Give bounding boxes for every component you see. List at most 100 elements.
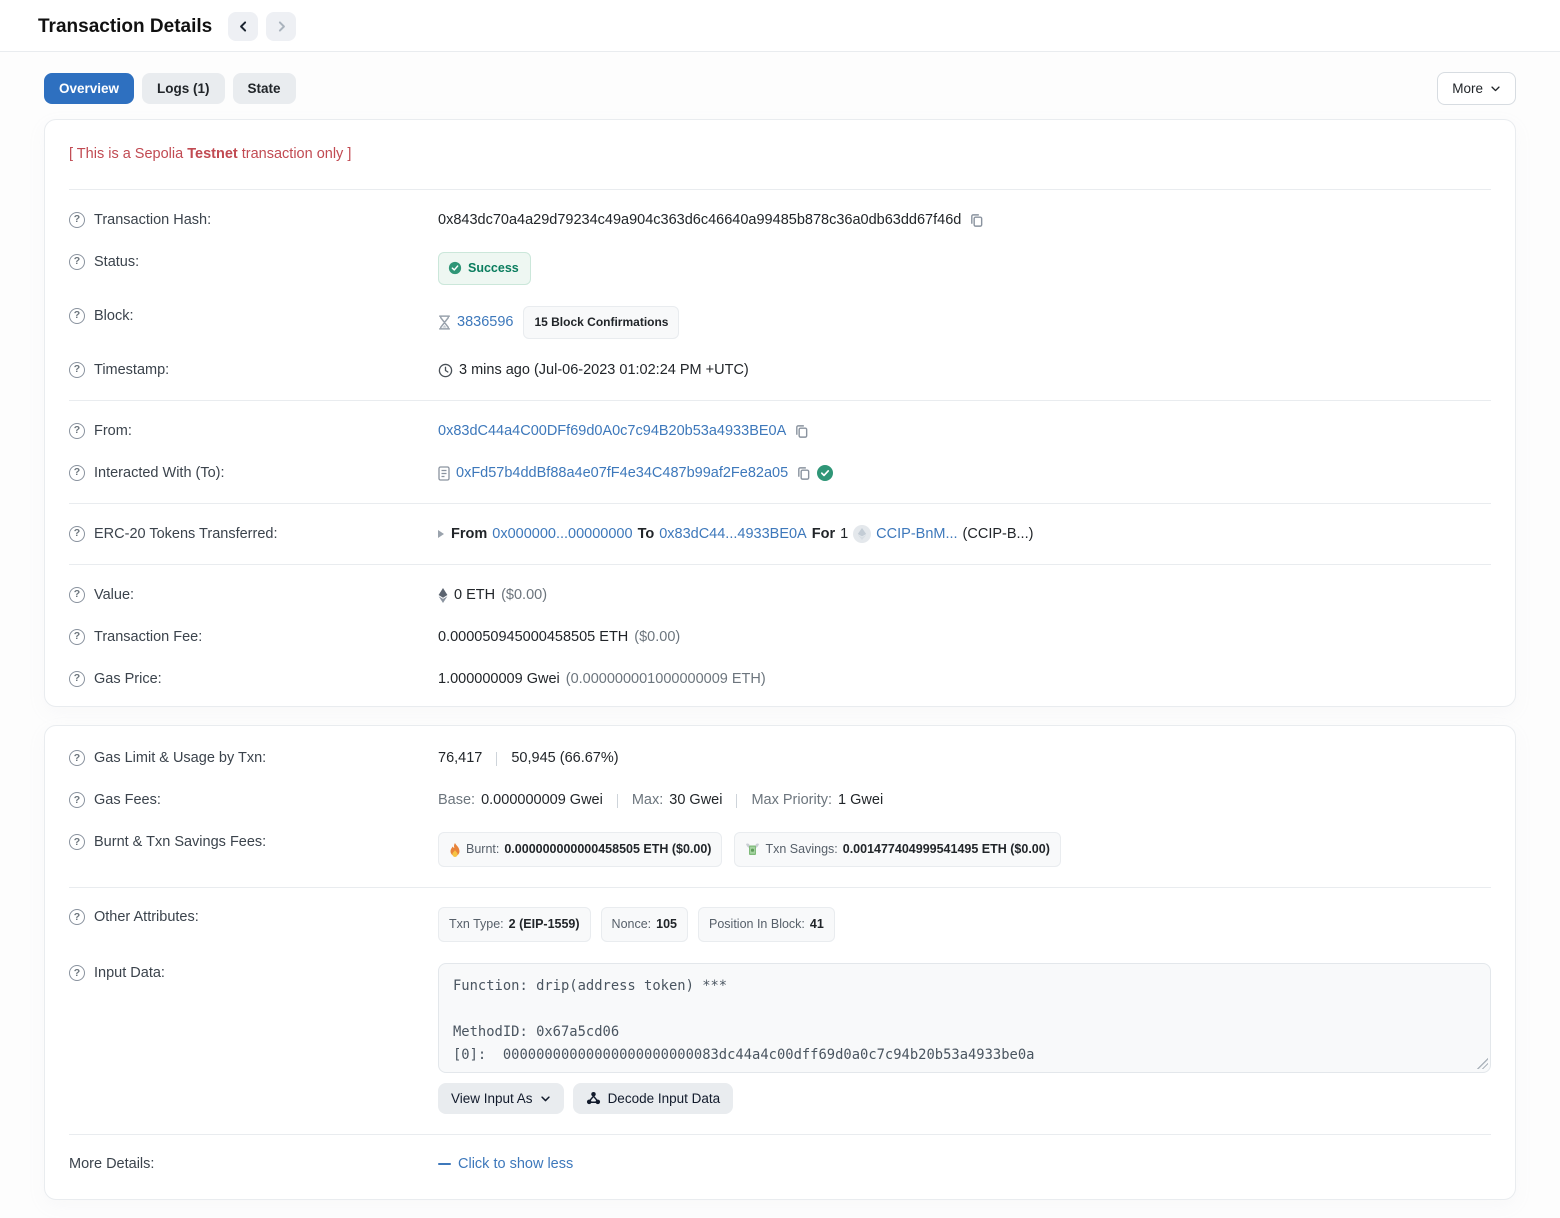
divider: [69, 503, 1491, 504]
row-label-text: Interacted With (To):: [94, 463, 225, 484]
row-label-text: Status:: [94, 252, 139, 273]
burnt-fee-label: Burnt:: [466, 839, 499, 860]
nonce-badge: Nonce: 105: [601, 907, 688, 942]
row-transaction-fee: Transaction Fee: 0.000050945000458505 ET…: [69, 616, 1491, 658]
next-transaction-button[interactable]: [266, 12, 296, 41]
row-label-text: Gas Fees:: [94, 790, 161, 811]
help-icon[interactable]: [69, 526, 85, 542]
row-label-text: Timestamp:: [94, 360, 169, 381]
vertical-divider: [496, 752, 497, 766]
erc20-token-alt: (CCIP-B...): [963, 524, 1034, 545]
help-icon[interactable]: [69, 212, 85, 228]
help-icon[interactable]: [69, 308, 85, 324]
status-badge: Success: [438, 252, 531, 285]
copy-from-button[interactable]: [794, 424, 809, 439]
tab-logs[interactable]: Logs (1): [142, 73, 225, 104]
chevron-down-icon: [1490, 83, 1501, 94]
gas-fees-max-value: 30 Gwei: [669, 790, 722, 811]
resize-handle-icon[interactable]: [1477, 1058, 1488, 1069]
status-badge-label: Success: [468, 258, 519, 279]
copy-icon: [796, 466, 811, 481]
to-address-link[interactable]: 0xFd57b4ddBf88a4e07fF4e34C487b99af2Fe82a…: [456, 463, 788, 484]
copy-icon: [969, 213, 984, 228]
overview-card: [ This is a Sepolia Testnet transaction …: [44, 119, 1516, 707]
block-number-link[interactable]: 3836596: [457, 312, 513, 333]
row-erc20-transfers: ERC-20 Tokens Transferred: From 0x000000…: [69, 513, 1491, 555]
chevron-left-icon: [237, 20, 250, 33]
divider: [69, 887, 1491, 888]
txn-type-value: 2 (EIP-1559): [509, 914, 580, 935]
position-in-block-label: Position In Block:: [709, 914, 805, 935]
copy-icon: [794, 424, 809, 439]
transaction-hash-value: 0x843dc70a4a29d79234c49a904c363d6c46640a…: [438, 210, 961, 231]
prev-transaction-button[interactable]: [228, 12, 258, 41]
copy-hash-button[interactable]: [969, 213, 984, 228]
row-label-text: More Details:: [69, 1154, 154, 1175]
view-input-as-button[interactable]: View Input As: [438, 1083, 564, 1114]
divider: [69, 400, 1491, 401]
row-interacted-with: Interacted With (To): 0xFd57b4ddBf88a4e0…: [69, 452, 1491, 494]
help-icon[interactable]: [69, 965, 85, 981]
burnt-fee-value: 0.000000000000458505 ETH ($0.00): [504, 839, 711, 860]
nonce-label: Nonce:: [612, 914, 652, 935]
erc20-amount: 1: [840, 524, 848, 545]
row-timestamp: Timestamp: 3 mins ago (Jul-06-2023 01:02…: [69, 349, 1491, 391]
divider: [69, 1134, 1491, 1135]
help-icon[interactable]: [69, 834, 85, 850]
show-less-link-label: Click to show less: [458, 1156, 573, 1172]
testnet-banner-prefix: [ This is a Sepolia: [69, 146, 187, 162]
timestamp-value: 3 mins ago (Jul-06-2023 01:02:24 PM +UTC…: [459, 360, 749, 381]
gas-usage-value: 50,945 (66.67%): [511, 748, 618, 769]
tab-bar: Overview Logs (1) State: [44, 73, 296, 104]
help-icon[interactable]: [69, 671, 85, 687]
more-button[interactable]: More: [1437, 72, 1516, 105]
nonce-value: 105: [656, 914, 677, 935]
position-in-block-value: 41: [810, 914, 824, 935]
money-wings-icon: [745, 843, 760, 856]
erc20-to-word: To: [638, 524, 655, 545]
check-circle-icon: [448, 261, 462, 275]
input-data-textarea[interactable]: Function: drip(address token) *** Method…: [438, 963, 1491, 1073]
row-label-text: From:: [94, 421, 132, 442]
gas-price-eth: (0.000000001000000009 ETH): [566, 669, 766, 690]
row-other-attributes: Other Attributes: Txn Type: 2 (EIP-1559)…: [69, 897, 1491, 953]
divider: [69, 564, 1491, 565]
decode-icon: [586, 1091, 601, 1106]
row-gas-limit: Gas Limit & Usage by Txn: 76,417 50,945 …: [69, 732, 1491, 780]
burnt-fee-badge: Burnt: 0.000000000000458505 ETH ($0.00): [438, 832, 722, 867]
help-icon[interactable]: [69, 909, 85, 925]
row-label-text: Burnt & Txn Savings Fees:: [94, 832, 266, 853]
flame-icon: [449, 843, 461, 857]
copy-to-button[interactable]: [796, 466, 811, 481]
show-less-link[interactable]: Click to show less: [438, 1154, 573, 1175]
row-label-text: Input Data:: [94, 963, 165, 984]
help-icon[interactable]: [69, 792, 85, 808]
help-icon[interactable]: [69, 629, 85, 645]
eth-diamond-icon: [438, 588, 448, 603]
help-icon[interactable]: [69, 423, 85, 439]
row-label-text: Gas Limit & Usage by Txn:: [94, 748, 266, 769]
tab-state[interactable]: State: [233, 73, 296, 104]
erc20-from-word: From: [451, 524, 487, 545]
erc20-token-link[interactable]: CCIP-BnM...: [876, 524, 957, 545]
help-icon[interactable]: [69, 254, 85, 270]
view-input-as-label: View Input As: [451, 1091, 533, 1106]
txn-savings-badge: Txn Savings: 0.001477404999541495 ETH ($…: [734, 832, 1060, 867]
row-label-text: Transaction Hash:: [94, 210, 211, 231]
erc20-from-address-link[interactable]: 0x000000...00000000: [492, 524, 632, 545]
help-icon[interactable]: [69, 750, 85, 766]
testnet-banner-suffix: transaction only ]: [238, 146, 352, 162]
help-icon[interactable]: [69, 587, 85, 603]
from-address-link[interactable]: 0x83dC44a4C00DFf69d0A0c7c94B20b53a4933BE…: [438, 421, 786, 442]
tab-overview[interactable]: Overview: [44, 73, 134, 104]
position-in-block-badge: Position In Block: 41: [698, 907, 835, 942]
decode-input-data-button[interactable]: Decode Input Data: [573, 1083, 734, 1114]
gas-fees-max-label: Max:: [632, 790, 663, 811]
page-title: Transaction Details: [38, 16, 212, 38]
help-icon[interactable]: [69, 465, 85, 481]
row-from: From: 0x83dC44a4C00DFf69d0A0c7c94B20b53a…: [69, 410, 1491, 452]
more-button-label: More: [1452, 81, 1483, 96]
help-icon[interactable]: [69, 362, 85, 378]
erc20-to-address-link[interactable]: 0x83dC44...4933BE0A: [659, 524, 807, 545]
minus-icon: [438, 1163, 451, 1165]
